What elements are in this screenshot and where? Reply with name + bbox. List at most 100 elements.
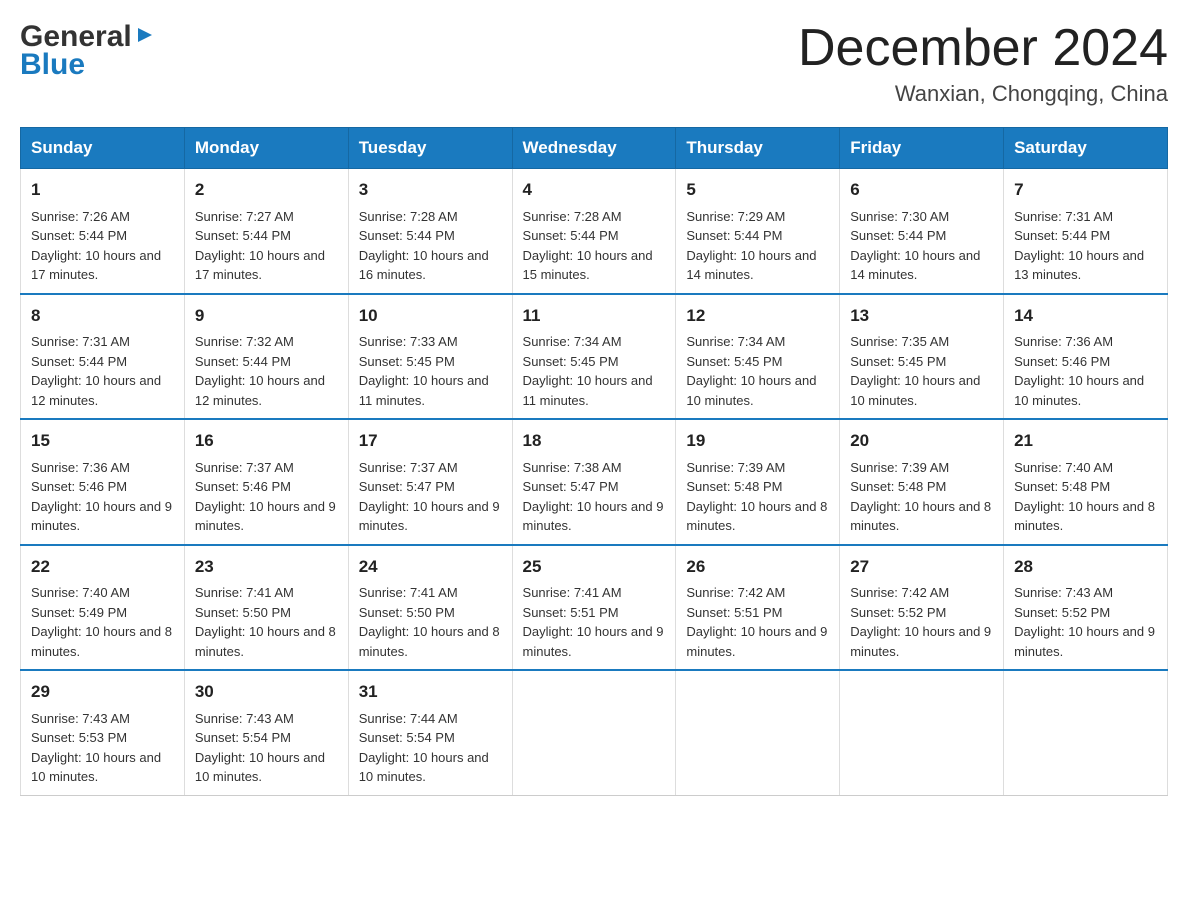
week-row-4: 22Sunrise: 7:40 AMSunset: 5:49 PMDayligh… bbox=[21, 545, 1168, 671]
day-number: 19 bbox=[686, 428, 829, 454]
calendar-cell: 8 Sunrise: 7:31 AMSunset: 5:44 PMDaylight… bbox=[21, 294, 185, 420]
calendar-cell bbox=[840, 670, 1004, 795]
day-number: 31 bbox=[359, 679, 502, 705]
day-number: 14 bbox=[1014, 303, 1157, 329]
calendar-cell bbox=[676, 670, 840, 795]
day-info: Sunrise: 7:29 AMSunset: 5:44 PMDaylight:… bbox=[686, 209, 816, 283]
day-info: Sunrise: 7:34 AMSunset: 5:45 PMDaylight:… bbox=[523, 334, 653, 408]
calendar-cell: 1 Sunrise: 7:26 AMSunset: 5:44 PMDaylight… bbox=[21, 169, 185, 294]
day-info: Sunrise: 7:39 AMSunset: 5:48 PMDaylight:… bbox=[850, 460, 991, 534]
day-info: Sunrise: 7:33 AMSunset: 5:45 PMDaylight:… bbox=[359, 334, 489, 408]
logo-triangle-icon bbox=[134, 24, 156, 46]
day-info: Sunrise: 7:36 AMSunset: 5:46 PMDaylight:… bbox=[31, 460, 172, 534]
week-row-1: 1 Sunrise: 7:26 AMSunset: 5:44 PMDaylight… bbox=[21, 169, 1168, 294]
day-info: Sunrise: 7:34 AMSunset: 5:45 PMDaylight:… bbox=[686, 334, 816, 408]
month-title: December 2024 bbox=[798, 20, 1168, 77]
day-info: Sunrise: 7:38 AMSunset: 5:47 PMDaylight:… bbox=[523, 460, 664, 534]
calendar-cell: 16 Sunrise: 7:37 AMSunset: 5:46 PMDayligh… bbox=[184, 419, 348, 545]
calendar-cell: 11 Sunrise: 7:34 AMSunset: 5:45 PMDayligh… bbox=[512, 294, 676, 420]
week-row-3: 15 Sunrise: 7:36 AMSunset: 5:46 PMDayligh… bbox=[21, 419, 1168, 545]
calendar-cell: 30 Sunrise: 7:43 AMSunset: 5:54 PMDayligh… bbox=[184, 670, 348, 795]
calendar-cell: 2 Sunrise: 7:27 AMSunset: 5:44 PMDaylight… bbox=[184, 169, 348, 294]
day-number: 13 bbox=[850, 303, 993, 329]
calendar-cell: 6Sunrise: 7:30 AMSunset: 5:44 PMDaylight… bbox=[840, 169, 1004, 294]
calendar-cell: 21Sunrise: 7:40 AMSunset: 5:48 PMDayligh… bbox=[1004, 419, 1168, 545]
day-info: Sunrise: 7:41 AMSunset: 5:51 PMDaylight:… bbox=[523, 585, 664, 659]
calendar-cell: 4Sunrise: 7:28 AMSunset: 5:44 PMDaylight… bbox=[512, 169, 676, 294]
day-number: 1 bbox=[31, 177, 174, 203]
day-info: Sunrise: 7:44 AMSunset: 5:54 PMDaylight:… bbox=[359, 711, 489, 785]
day-number: 10 bbox=[359, 303, 502, 329]
calendar-cell: 3 Sunrise: 7:28 AMSunset: 5:44 PMDaylight… bbox=[348, 169, 512, 294]
day-info: Sunrise: 7:37 AMSunset: 5:46 PMDaylight:… bbox=[195, 460, 336, 534]
day-info: Sunrise: 7:31 AMSunset: 5:44 PMDaylight:… bbox=[31, 334, 161, 408]
calendar-cell: 20 Sunrise: 7:39 AMSunset: 5:48 PMDayligh… bbox=[840, 419, 1004, 545]
day-info: Sunrise: 7:41 AMSunset: 5:50 PMDaylight:… bbox=[195, 585, 336, 659]
weekday-header-saturday: Saturday bbox=[1004, 128, 1168, 169]
calendar-cell: 9Sunrise: 7:32 AMSunset: 5:44 PMDaylight… bbox=[184, 294, 348, 420]
weekday-header-thursday: Thursday bbox=[676, 128, 840, 169]
calendar-cell bbox=[1004, 670, 1168, 795]
day-info: Sunrise: 7:27 AMSunset: 5:44 PMDaylight:… bbox=[195, 209, 325, 283]
day-number: 24 bbox=[359, 554, 502, 580]
logo: General Blue bbox=[20, 20, 156, 82]
day-number: 28 bbox=[1014, 554, 1157, 580]
calendar-cell bbox=[512, 670, 676, 795]
day-number: 17 bbox=[359, 428, 502, 454]
calendar-cell: 18 Sunrise: 7:38 AMSunset: 5:47 PMDayligh… bbox=[512, 419, 676, 545]
day-info: Sunrise: 7:32 AMSunset: 5:44 PMDaylight:… bbox=[195, 334, 325, 408]
location-text: Wanxian, Chongqing, China bbox=[798, 81, 1168, 107]
day-info: Sunrise: 7:35 AMSunset: 5:45 PMDaylight:… bbox=[850, 334, 980, 408]
day-info: Sunrise: 7:43 AMSunset: 5:53 PMDaylight:… bbox=[31, 711, 161, 785]
calendar-cell: 13 Sunrise: 7:35 AMSunset: 5:45 PMDayligh… bbox=[840, 294, 1004, 420]
calendar-cell: 7 Sunrise: 7:31 AMSunset: 5:44 PMDaylight… bbox=[1004, 169, 1168, 294]
calendar-cell: 26Sunrise: 7:42 AMSunset: 5:51 PMDayligh… bbox=[676, 545, 840, 671]
day-number: 18 bbox=[523, 428, 666, 454]
day-number: 3 bbox=[359, 177, 502, 203]
calendar-cell: 15 Sunrise: 7:36 AMSunset: 5:46 PMDayligh… bbox=[21, 419, 185, 545]
day-info: Sunrise: 7:42 AMSunset: 5:52 PMDaylight:… bbox=[850, 585, 991, 659]
day-info: Sunrise: 7:37 AMSunset: 5:47 PMDaylight:… bbox=[359, 460, 500, 534]
day-info: Sunrise: 7:28 AMSunset: 5:44 PMDaylight:… bbox=[523, 209, 653, 283]
day-number: 2 bbox=[195, 177, 338, 203]
day-number: 15 bbox=[31, 428, 174, 454]
calendar-cell: 22Sunrise: 7:40 AMSunset: 5:49 PMDayligh… bbox=[21, 545, 185, 671]
day-number: 11 bbox=[523, 303, 666, 329]
calendar-cell: 14 Sunrise: 7:36 AMSunset: 5:46 PMDayligh… bbox=[1004, 294, 1168, 420]
calendar-table: SundayMondayTuesdayWednesdayThursdayFrid… bbox=[20, 127, 1168, 796]
week-row-5: 29Sunrise: 7:43 AMSunset: 5:53 PMDayligh… bbox=[21, 670, 1168, 795]
day-info: Sunrise: 7:43 AMSunset: 5:54 PMDaylight:… bbox=[195, 711, 325, 785]
day-info: Sunrise: 7:26 AMSunset: 5:44 PMDaylight:… bbox=[31, 209, 161, 283]
day-info: Sunrise: 7:31 AMSunset: 5:44 PMDaylight:… bbox=[1014, 209, 1144, 283]
weekday-header-sunday: Sunday bbox=[21, 128, 185, 169]
page-header: General Blue December 2024 Wanxian, Chon… bbox=[20, 20, 1168, 107]
logo-blue-text: Blue bbox=[20, 48, 85, 82]
calendar-cell: 12 Sunrise: 7:34 AMSunset: 5:45 PMDayligh… bbox=[676, 294, 840, 420]
calendar-cell: 19Sunrise: 7:39 AMSunset: 5:48 PMDayligh… bbox=[676, 419, 840, 545]
calendar-cell: 5 Sunrise: 7:29 AMSunset: 5:44 PMDaylight… bbox=[676, 169, 840, 294]
day-number: 27 bbox=[850, 554, 993, 580]
day-number: 7 bbox=[1014, 177, 1157, 203]
weekday-header-wednesday: Wednesday bbox=[512, 128, 676, 169]
day-number: 21 bbox=[1014, 428, 1157, 454]
day-number: 22 bbox=[31, 554, 174, 580]
day-info: Sunrise: 7:28 AMSunset: 5:44 PMDaylight:… bbox=[359, 209, 489, 283]
day-info: Sunrise: 7:36 AMSunset: 5:46 PMDaylight:… bbox=[1014, 334, 1144, 408]
day-number: 30 bbox=[195, 679, 338, 705]
day-number: 25 bbox=[523, 554, 666, 580]
day-number: 5 bbox=[686, 177, 829, 203]
calendar-cell: 27 Sunrise: 7:42 AMSunset: 5:52 PMDayligh… bbox=[840, 545, 1004, 671]
day-number: 23 bbox=[195, 554, 338, 580]
day-number: 16 bbox=[195, 428, 338, 454]
day-number: 8 bbox=[31, 303, 174, 329]
day-info: Sunrise: 7:41 AMSunset: 5:50 PMDaylight:… bbox=[359, 585, 500, 659]
calendar-cell: 23 Sunrise: 7:41 AMSunset: 5:50 PMDayligh… bbox=[184, 545, 348, 671]
day-number: 12 bbox=[686, 303, 829, 329]
day-number: 6 bbox=[850, 177, 993, 203]
weekday-header-friday: Friday bbox=[840, 128, 1004, 169]
calendar-cell: 24 Sunrise: 7:41 AMSunset: 5:50 PMDayligh… bbox=[348, 545, 512, 671]
day-info: Sunrise: 7:42 AMSunset: 5:51 PMDaylight:… bbox=[686, 585, 827, 659]
calendar-cell: 10 Sunrise: 7:33 AMSunset: 5:45 PMDayligh… bbox=[348, 294, 512, 420]
title-block: December 2024 Wanxian, Chongqing, China bbox=[798, 20, 1168, 107]
day-number: 20 bbox=[850, 428, 993, 454]
